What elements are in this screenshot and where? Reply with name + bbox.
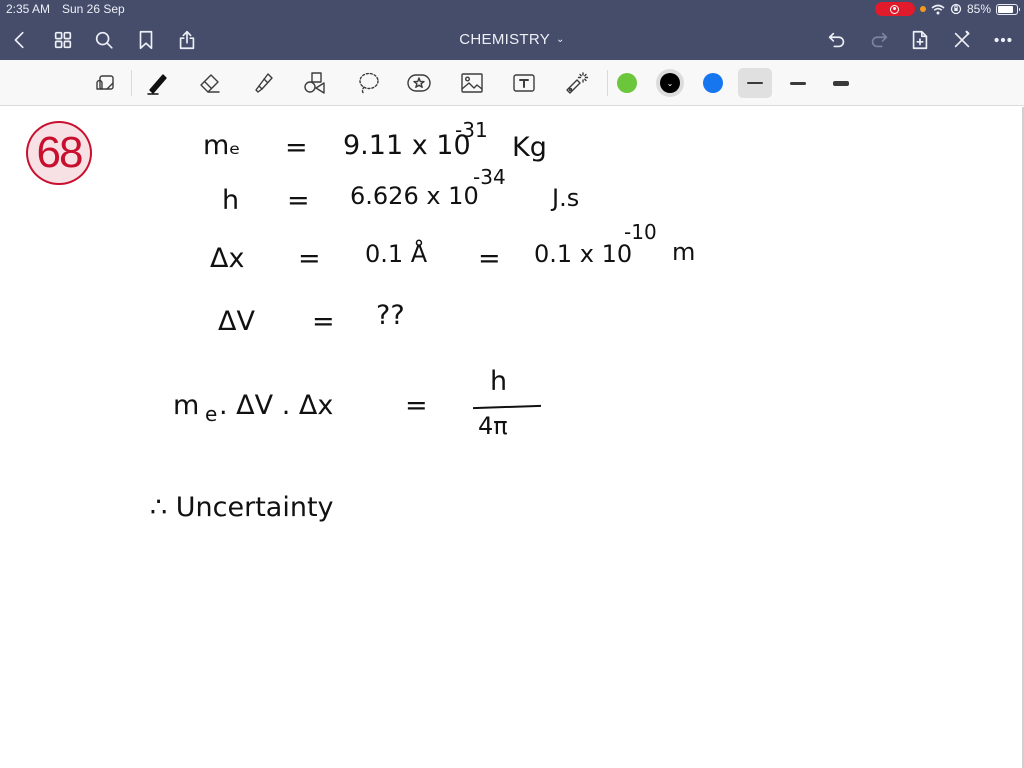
tool-laser[interactable] [561, 68, 591, 98]
color-swatch-green[interactable] [617, 73, 637, 93]
color-swatch-black[interactable]: ⌄ [656, 69, 684, 97]
eraser-icon [200, 74, 220, 93]
read-only-toggle-icon [96, 75, 114, 90]
line3-value: 0.1 Å [365, 240, 428, 268]
shapes-icon [304, 72, 325, 94]
elements-sticker-icon [407, 74, 431, 92]
laser-pointer-icon [566, 72, 589, 94]
note-canvas[interactable] [0, 107, 1024, 768]
status-indicators: 85% [874, 2, 1020, 16]
line1-lhs: mₑ [203, 130, 241, 161]
line4-equals: = [312, 306, 335, 337]
line4-value: ?? [376, 300, 405, 331]
tool-elements[interactable] [404, 68, 434, 98]
nav-bar: CHEMISTRY ⌄ [0, 20, 1024, 60]
orientation-lock-icon [950, 3, 962, 15]
orange-dot-indicator [919, 6, 926, 12]
thick-line-icon [833, 80, 849, 86]
more-icon [994, 37, 1012, 43]
line2-lhs: h [222, 185, 240, 216]
close-pen-button[interactable] [950, 28, 974, 52]
more-button[interactable] [991, 28, 1015, 52]
highlighter-icon [255, 73, 273, 93]
question-number-badge: 68 [26, 121, 92, 185]
undo-button[interactable] [825, 28, 849, 52]
document-title: CHEMISTRY [459, 31, 551, 48]
chevron-down-icon: ⌄ [556, 34, 565, 45]
line2-unit: J.s [552, 184, 580, 212]
formula-lhs-rest: . ΔV . Δx [219, 390, 334, 421]
tool-image[interactable] [457, 68, 487, 98]
redo-icon [871, 32, 888, 48]
line3-exponent: -10 [624, 220, 657, 244]
toolbar-divider [607, 70, 608, 96]
line3-value-2: 0.1 x 10 [534, 240, 633, 268]
line2-value: 6.626 x 10 [350, 182, 479, 210]
formula-equals: = [405, 390, 428, 421]
text-box-icon [513, 74, 535, 92]
close-pen-icon [954, 30, 970, 48]
redo-button[interactable] [867, 28, 891, 52]
formula-denominator: 4π [478, 412, 508, 440]
line3-equals: = [298, 243, 321, 274]
line1-equals: = [285, 132, 308, 163]
tool-eraser[interactable] [195, 68, 225, 98]
line1-value: 9.11 x 10 [343, 130, 471, 161]
tool-text[interactable] [509, 68, 539, 98]
medium-line-icon [790, 81, 806, 85]
tool-read-only[interactable] [90, 68, 120, 98]
line2-equals: = [287, 185, 310, 216]
add-page-button[interactable] [908, 28, 932, 52]
top-bar: 2:35 AM Sun 26 Sep 85% CHEMISTRY ⌄ [0, 0, 1024, 60]
line1-exponent: -31 [455, 118, 488, 142]
battery-percent: 85% [966, 2, 991, 16]
line3-lhs: Δx [210, 243, 245, 274]
formula-mass-subscript: e [205, 402, 218, 426]
line1-unit: Kg [512, 132, 547, 163]
line2-exponent: -34 [473, 165, 506, 189]
drawing-toolbar: ✱ [0, 60, 1024, 137]
toolbar-divider [131, 70, 132, 96]
battery-icon [996, 3, 1020, 15]
undo-icon [828, 32, 845, 48]
question-number: 68 [36, 128, 84, 177]
pen-icon [147, 74, 167, 95]
screen-recording-icon[interactable] [874, 2, 915, 16]
color-swatch-blue[interactable] [703, 73, 723, 93]
line3-equals-2: = [478, 243, 501, 274]
stroke-width-thick[interactable] [824, 68, 858, 98]
conclusion-text: ∴ Uncertainty [150, 492, 334, 523]
formula-mass: m [173, 390, 200, 421]
tool-shapes[interactable] [300, 68, 330, 98]
thin-line-icon [747, 82, 763, 84]
line3-unit: m [672, 238, 696, 266]
add-page-icon [912, 30, 928, 50]
tool-pen[interactable] [142, 68, 172, 98]
image-icon [461, 73, 483, 93]
status-date: Sun 26 Sep [62, 2, 125, 16]
tool-highlighter[interactable] [248, 68, 278, 98]
stroke-width-thin[interactable] [738, 68, 772, 98]
status-bar: 2:35 AM Sun 26 Sep 85% [0, 0, 1024, 18]
chevron-down-icon: ⌄ [666, 78, 674, 88]
line4-lhs: ΔV [218, 306, 255, 337]
lasso-icon [359, 72, 379, 95]
tool-lasso[interactable] [353, 68, 383, 98]
formula-numerator: h [490, 366, 508, 397]
wifi-icon [931, 4, 945, 14]
status-time: 2:35 AM [6, 2, 51, 16]
stroke-width-medium[interactable] [781, 68, 815, 98]
